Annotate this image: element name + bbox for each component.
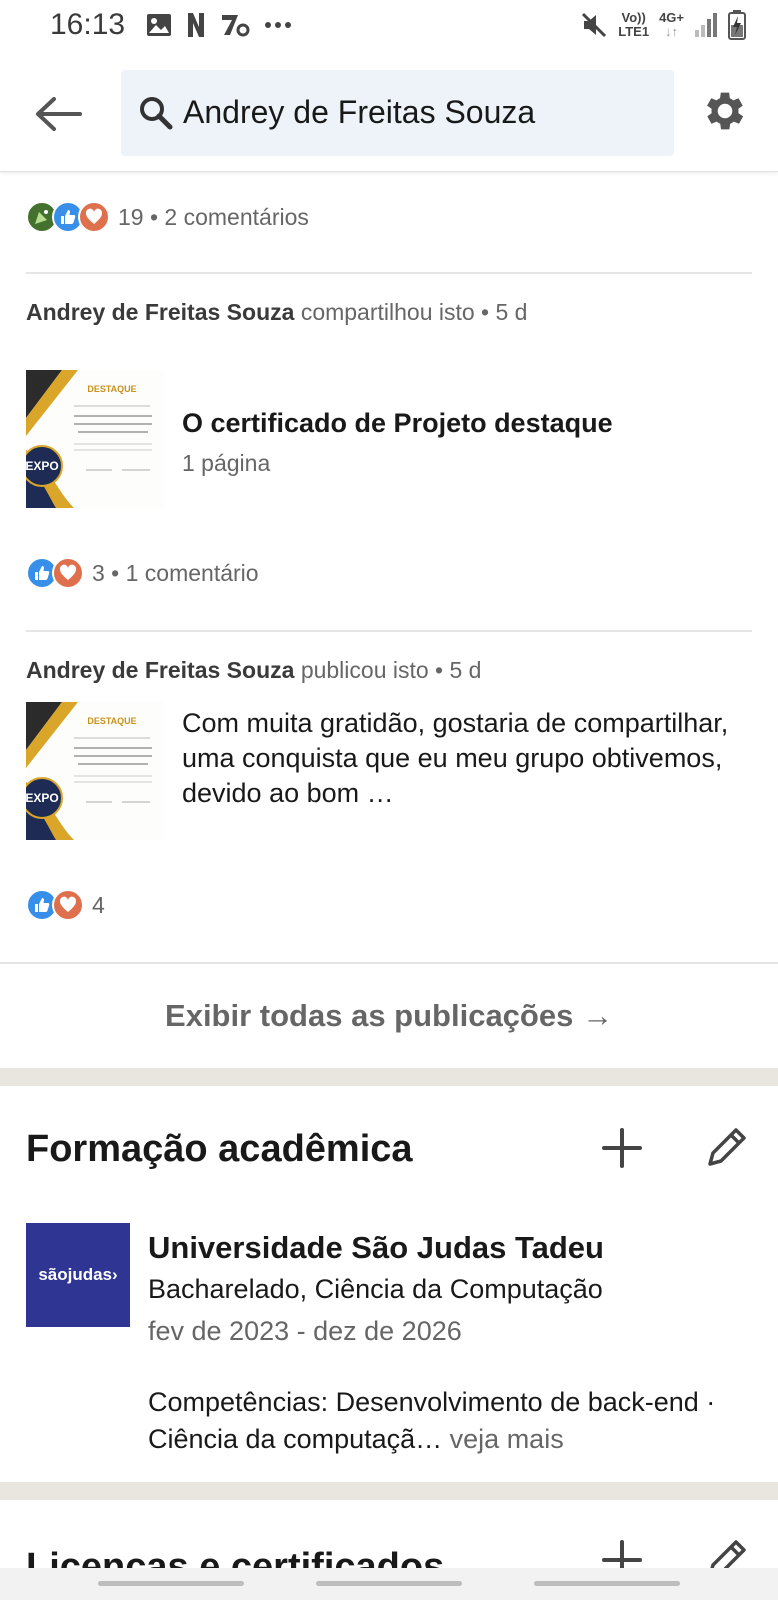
- data-arrows-icon: ↓↑: [665, 24, 679, 39]
- app-icon: [222, 15, 250, 37]
- document-pages: 1 página: [182, 450, 271, 476]
- image-icon: [147, 14, 171, 36]
- network-label: Vo)) LTE1: [618, 11, 649, 39]
- gear-icon: [707, 92, 744, 130]
- post-text[interactable]: Com muita gratidão, gostaria de comparti…: [182, 706, 742, 811]
- nav-back-button[interactable]: [534, 1581, 680, 1586]
- search-input[interactable]: Andrey de Freitas Souza: [183, 94, 535, 131]
- data-type-label: 4G+: [659, 10, 684, 25]
- skills-text: Competências: Desenvolvimento de back-en…: [148, 1387, 716, 1454]
- see-more-link[interactable]: veja mais: [442, 1424, 564, 1454]
- post-2-header: Andrey de Freitas Souza compartilhou ist…: [26, 299, 527, 326]
- post-3-header: Andrey de Freitas Souza publicou isto • …: [26, 657, 481, 684]
- search-icon: [140, 97, 173, 130]
- post-1-reactions[interactable]: 19 • 2 comentários: [26, 201, 309, 233]
- edit-education-button[interactable]: [702, 1124, 750, 1172]
- certificate-image: EXPO DESTAQUE: [26, 702, 164, 840]
- post-author[interactable]: Andrey de Freitas Souza: [26, 299, 294, 325]
- certificate-image: EXPO DESTAQUE: [26, 370, 164, 508]
- mute-icon: [582, 12, 607, 38]
- system-nav-bar: [0, 1568, 778, 1600]
- certificate-heading: DESTAQUE: [87, 384, 136, 394]
- school-logo-text: sãojudas›: [38, 1265, 118, 1284]
- post-2-reactions[interactable]: 3 • 1 comentário: [26, 557, 259, 589]
- love-icon: [52, 557, 84, 589]
- section-separator: [0, 1068, 778, 1086]
- school-dates: fev de 2023 - dez de 2026: [148, 1316, 462, 1346]
- divider: [26, 272, 752, 274]
- netflix-icon: [188, 13, 204, 37]
- divider: [0, 962, 778, 964]
- status-bar: 16:13 Vo)) LTE1 4G+ ↓↑: [0, 0, 778, 56]
- certificate-badge: EXPO: [26, 791, 59, 805]
- school-degree: Bacharelado, Ciência da Computação: [148, 1274, 603, 1304]
- show-all-posts-button[interactable]: Exibir todas as publicações →: [0, 998, 778, 1034]
- battery-charging-icon: [728, 10, 746, 40]
- nav-recents-button[interactable]: [98, 1581, 244, 1586]
- settings-button[interactable]: [700, 86, 750, 136]
- love-icon: [52, 889, 84, 921]
- school-skills: Competências: Desenvolvimento de back-en…: [148, 1384, 758, 1458]
- arrow-left-icon: [36, 97, 82, 131]
- section-title-education: Formação acadêmica: [26, 1128, 413, 1170]
- reactions-summary: 19 • 2 comentários: [118, 203, 309, 230]
- certificate-badge: EXPO: [26, 459, 59, 473]
- post-action: compartilhou isto • 5 d: [300, 299, 528, 325]
- add-education-button[interactable]: [598, 1124, 646, 1172]
- search-header: Andrey de Freitas Souza: [0, 56, 778, 172]
- section-separator: [0, 1482, 778, 1500]
- volte-label: Vo)): [621, 10, 646, 25]
- status-time: 16:13: [50, 8, 126, 41]
- signal-icon: [695, 13, 717, 37]
- plus-icon: [602, 1128, 642, 1168]
- post-action: publicou isto • 5 d: [300, 657, 482, 683]
- nav-home-button[interactable]: [316, 1581, 462, 1586]
- status-left-icons: [146, 12, 292, 38]
- reactions-summary: 3 • 1 comentário: [92, 559, 259, 586]
- post-author[interactable]: Andrey de Freitas Souza: [26, 657, 294, 683]
- certificate-thumbnail[interactable]: EXPO DESTAQUE: [26, 370, 164, 508]
- search-box[interactable]: Andrey de Freitas Souza: [121, 70, 674, 156]
- data-label: 4G+ ↓↑: [659, 11, 684, 39]
- lte-label: LTE1: [618, 24, 650, 39]
- post-image-thumbnail[interactable]: EXPO DESTAQUE: [26, 702, 164, 840]
- status-right-icons: Vo)) LTE1 4G+ ↓↑: [580, 10, 746, 40]
- love-icon: [78, 201, 110, 233]
- document-title[interactable]: O certificado de Projeto destaque: [182, 408, 613, 439]
- pencil-icon: [708, 1128, 746, 1166]
- post-3-reactions[interactable]: 4: [26, 889, 105, 921]
- certificate-heading: DESTAQUE: [87, 716, 136, 726]
- school-name[interactable]: Universidade São Judas Tadeu: [148, 1230, 604, 1266]
- reactions-summary: 4: [92, 891, 105, 918]
- back-button[interactable]: [30, 86, 86, 142]
- more-dots-icon: [265, 22, 291, 28]
- divider: [26, 630, 752, 632]
- school-logo[interactable]: sãojudas›: [26, 1223, 130, 1327]
